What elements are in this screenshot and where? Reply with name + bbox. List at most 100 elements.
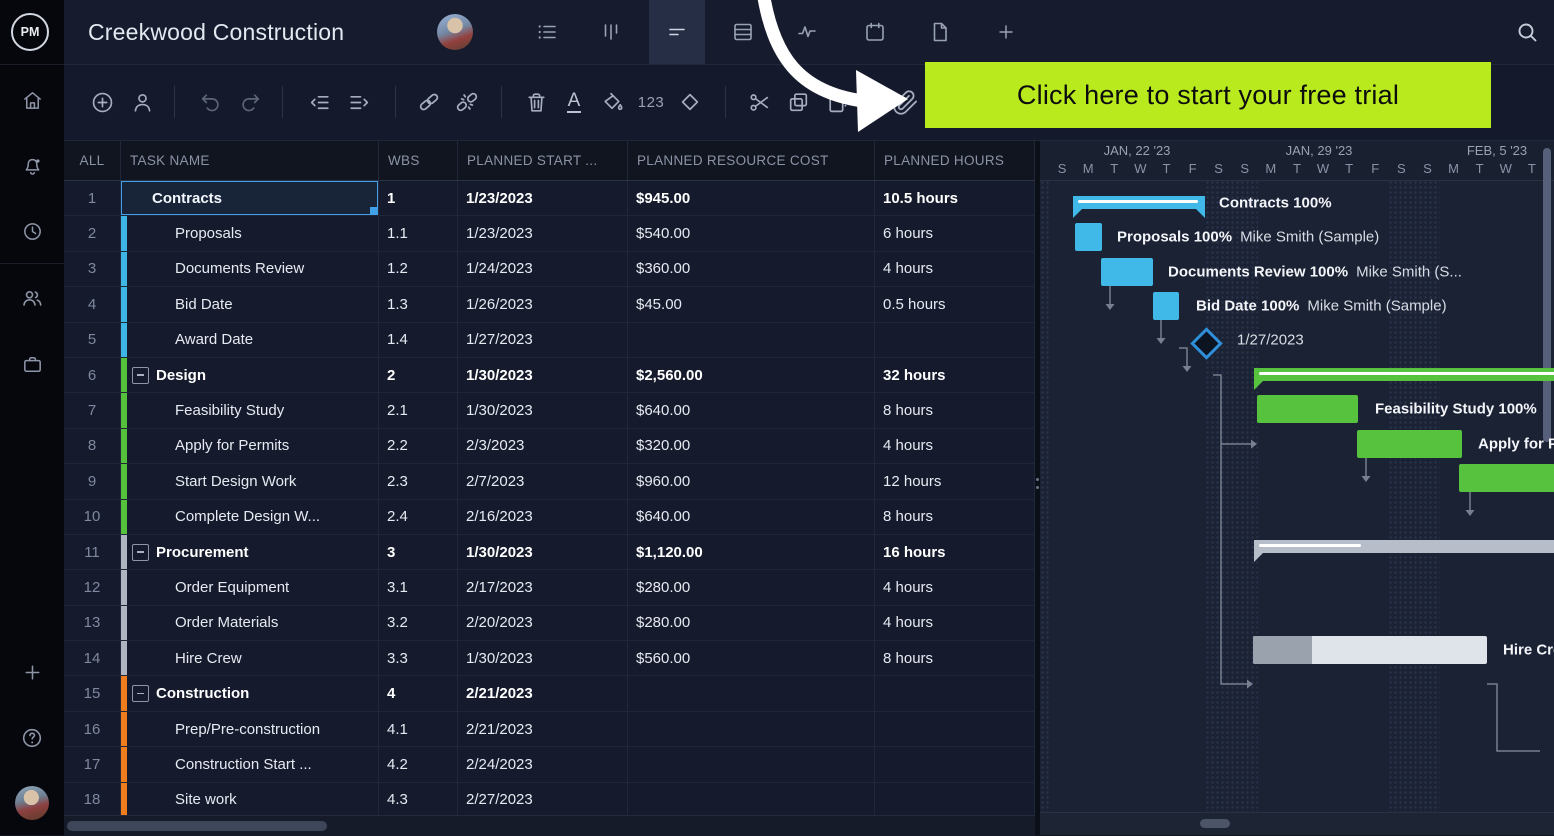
task-name-cell[interactable]: Proposals [121,216,379,250]
font-color-button[interactable]: A [555,83,593,121]
cut-button[interactable] [740,83,778,121]
task-name-cell[interactable]: Apply for Permits [121,429,379,463]
sheet-icon [731,20,755,44]
free-trial-banner[interactable]: Click here to start your free trial [925,62,1491,128]
task-name-cell[interactable]: Documents Review [121,252,379,286]
delete-button[interactable] [517,83,555,121]
collapse-icon[interactable] [132,544,149,561]
table-row[interactable]: 2Proposals1.11/23/2023$540.006 hours [64,216,1035,251]
gantt-task-bar[interactable] [1101,258,1153,286]
column-header-planned-resource-cost[interactable]: PLANNED RESOURCE COST [628,140,875,180]
grid-body: 1Contracts11/23/2023$945.0010.5 hours2Pr… [64,181,1035,815]
grid-horizontal-scrollbar[interactable] [64,815,1035,836]
task-name-cell[interactable]: Site work [121,783,379,815]
link-tasks-button[interactable] [410,83,448,121]
table-row[interactable]: 13Order Materials3.22/20/2023$280.004 ho… [64,606,1035,641]
attachment-button[interactable] [886,83,924,121]
projects-button[interactable] [12,344,52,384]
task-name-cell[interactable]: Design [121,358,379,392]
table-row[interactable]: 9Start Design Work2.32/7/2023$960.0012 h… [64,464,1035,499]
column-header-all[interactable]: ALL [64,140,121,180]
task-name-cell[interactable]: Bid Date [121,287,379,321]
team-button[interactable] [12,278,52,318]
tab-list-view[interactable] [519,0,575,64]
task-name-cell[interactable]: Construction [121,676,379,710]
table-row[interactable]: 17Construction Start ...4.22/24/2023 [64,747,1035,782]
task-name-cell[interactable]: Feasibility Study [121,393,379,427]
timesheets-button[interactable] [12,211,52,251]
table-row[interactable]: 3Documents Review1.21/24/2023$360.004 ho… [64,252,1035,287]
tab-gantt-view[interactable] [649,0,705,64]
table-row[interactable]: 4Bid Date1.31/26/2023$45.000.5 hours [64,287,1035,322]
gantt-task-bar[interactable] [1257,395,1358,423]
indent-button[interactable] [340,83,378,121]
gantt-summary-bar[interactable] [1254,540,1554,553]
redo-button[interactable] [231,83,269,121]
table-row[interactable]: 10Complete Design W...2.42/16/2023$640.0… [64,500,1035,535]
table-row[interactable]: 5Award Date1.41/27/2023 [64,323,1035,358]
add-task-button[interactable] [83,83,121,121]
milestone-button[interactable] [671,83,709,121]
undo-button[interactable] [191,83,229,121]
help-button[interactable] [12,718,52,758]
task-name-cell[interactable]: Construction Start ... [121,747,379,781]
gantt-task-bar[interactable] [1075,223,1102,251]
gantt-summary-bar[interactable] [1073,196,1205,209]
table-row[interactable]: 14Hire Crew3.31/30/2023$560.008 hours [64,641,1035,676]
table-row[interactable]: 15Construction42/21/2023 [64,676,1035,711]
table-row[interactable]: 6Design21/30/2023$2,560.0032 hours [64,358,1035,393]
gantt-task-bar[interactable] [1357,430,1462,458]
column-header-planned-start-[interactable]: PLANNED START ... [458,140,628,180]
table-row[interactable]: 16Prep/Pre-construction4.12/21/2023 [64,712,1035,747]
task-name-cell[interactable]: Procurement [121,535,379,569]
task-name-cell[interactable]: Complete Design W... [121,500,379,534]
task-name-cell[interactable]: Order Equipment [121,570,379,604]
copy-button[interactable] [779,83,817,121]
gantt-horizontal-scrollbar[interactable] [1200,819,1230,828]
task-name-cell[interactable]: Start Design Work [121,464,379,498]
home-button[interactable] [12,80,52,120]
tab-sheet-view[interactable] [715,0,771,64]
task-name-cell[interactable]: Prep/Pre-construction [121,712,379,746]
table-row[interactable]: 7Feasibility Study2.11/30/2023$640.008 h… [64,393,1035,428]
gantt-task-bar[interactable] [1253,636,1487,664]
column-header-planned-hours[interactable]: PLANNED HOURS [875,140,1035,180]
gantt-task-bar[interactable] [1153,292,1179,320]
gantt-summary-bar[interactable] [1254,368,1554,381]
table-row[interactable]: 1Contracts11/23/2023$945.0010.5 hours [64,181,1035,216]
task-name-cell[interactable]: Award Date [121,323,379,357]
tab-add-view[interactable] [978,0,1034,64]
gantt-task-bar[interactable] [1459,464,1554,492]
scrollbar-thumb[interactable] [67,821,327,831]
fill-color-button[interactable] [593,83,631,121]
add-button[interactable] [12,652,52,692]
task-name-cell[interactable]: Order Materials [121,606,379,640]
table-row[interactable]: 12Order Equipment3.12/17/2023$280.004 ho… [64,570,1035,605]
pm-logo[interactable]: PM [11,13,49,51]
tab-files-view[interactable] [912,0,968,64]
table-row[interactable]: 8Apply for Permits2.22/3/2023$320.004 ho… [64,429,1035,464]
panel-resize-handle[interactable] [1035,140,1040,835]
unlink-tasks-button[interactable] [448,83,486,121]
column-header-wbs[interactable]: WBS [379,140,458,180]
search-button[interactable] [1499,0,1554,64]
paste-button[interactable] [818,83,856,121]
notifications-button[interactable] [12,146,52,186]
number-format-button[interactable]: 123 [632,83,670,121]
user-avatar[interactable] [12,783,52,823]
row-number: 3 [64,252,121,286]
collapse-icon[interactable] [132,685,149,702]
collapse-icon[interactable] [132,367,149,384]
column-header-task-name[interactable]: TASK NAME [121,140,379,180]
outdent-button[interactable] [300,83,338,121]
planned-hours-cell: 4 hours [875,606,1035,640]
task-name-cell[interactable]: Hire Crew [121,641,379,675]
tab-calendar-view[interactable] [847,0,903,64]
tab-activity-view[interactable] [779,0,835,64]
tab-board-view[interactable] [583,0,639,64]
table-row[interactable]: 18Site work4.32/27/2023 [64,783,1035,815]
project-owner-avatar[interactable] [437,14,473,50]
assign-user-button[interactable] [123,83,161,121]
table-row[interactable]: 11Procurement31/30/2023$1,120.0016 hours [64,535,1035,570]
task-name-cell[interactable]: Contracts [121,181,379,215]
